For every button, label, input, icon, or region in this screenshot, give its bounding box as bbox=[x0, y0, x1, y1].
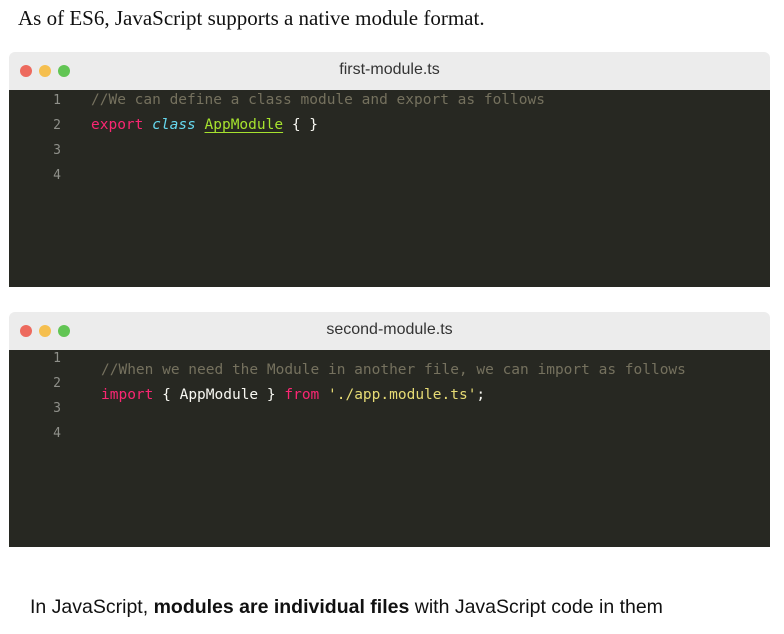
code-window-first: first-module.ts 1 2 3 4 //We can define … bbox=[9, 52, 770, 287]
keyword-from: from bbox=[284, 387, 320, 403]
line-number: 1 bbox=[53, 351, 61, 366]
caption-after: with JavaScript code in them bbox=[409, 596, 663, 618]
code-line-1: //We can define a class module and expor… bbox=[91, 92, 545, 108]
line-number: 2 bbox=[53, 376, 61, 391]
code-line-2: import { AppModule } from './app.module.… bbox=[101, 387, 485, 403]
caption-text: In JavaScript, modules are individual fi… bbox=[30, 596, 663, 619]
line-number: 4 bbox=[53, 168, 61, 183]
import-braces: { AppModule } bbox=[162, 387, 276, 403]
window-title: second-module.ts bbox=[326, 321, 453, 338]
code-line-1: //When we need the Module in another fil… bbox=[101, 362, 686, 378]
code-braces: { } bbox=[291, 117, 319, 133]
line-number: 3 bbox=[53, 143, 61, 158]
line-number: 4 bbox=[53, 426, 61, 441]
window-titlebar: second-module.ts bbox=[9, 312, 770, 350]
window-titlebar: first-module.ts bbox=[9, 52, 770, 90]
caption-bold: modules are individual files bbox=[153, 596, 410, 618]
code-editor[interactable]: 1 2 3 4 //We can define a class module a… bbox=[9, 90, 770, 287]
window-title: first-module.ts bbox=[339, 61, 440, 78]
line-number: 1 bbox=[53, 93, 61, 108]
keyword-import: import bbox=[101, 387, 154, 403]
intro-text: As of ES6, JavaScript supports a native … bbox=[18, 6, 485, 30]
code-window-second: second-module.ts 1 2 3 4 //When we need … bbox=[9, 312, 770, 547]
code-comment: //We can define a class module and expor… bbox=[91, 92, 545, 108]
code-comment: //When we need the Module in another fil… bbox=[101, 362, 686, 378]
keyword-class: class bbox=[152, 117, 196, 133]
keyword-export: export bbox=[91, 117, 144, 133]
caption-before: In JavaScript, bbox=[30, 596, 154, 618]
import-path-string: './app.module.ts' bbox=[328, 387, 477, 403]
semicolon: ; bbox=[476, 387, 486, 403]
code-line-2: export class AppModule { } bbox=[91, 117, 318, 133]
line-number: 3 bbox=[53, 401, 61, 416]
class-name: AppModule bbox=[204, 117, 284, 133]
line-number: 2 bbox=[53, 118, 61, 133]
code-editor[interactable]: 1 2 3 4 //When we need the Module in ano… bbox=[9, 350, 770, 547]
